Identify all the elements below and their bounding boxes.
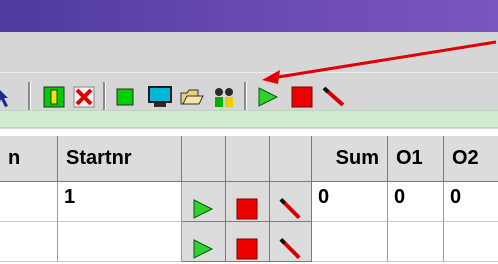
column-header	[270, 136, 312, 182]
pencil-icon[interactable]	[40, 84, 68, 110]
row-play-button[interactable]	[182, 182, 226, 222]
table-cell-o1[interactable]: 0	[388, 182, 444, 222]
row-stop-button[interactable]	[226, 182, 270, 222]
pointer-icon[interactable]	[0, 84, 12, 110]
column-header[interactable]: n	[0, 136, 58, 182]
annotation-arrow	[262, 40, 497, 84]
toolbar-separator	[244, 82, 247, 110]
table-cell-sum[interactable]	[312, 222, 388, 262]
toolbar-separator	[103, 82, 106, 110]
stop-icon	[236, 198, 258, 220]
open-folder-icon[interactable]	[178, 84, 206, 110]
table-cell[interactable]	[0, 182, 58, 222]
table-cell-startnr[interactable]: 1	[58, 182, 182, 222]
play-icon	[193, 199, 214, 219]
column-header-o1[interactable]: O1	[388, 136, 444, 182]
stop-icon	[236, 238, 258, 260]
window-title-bar	[0, 0, 498, 32]
table-cell[interactable]	[0, 222, 58, 262]
status-strip	[0, 110, 498, 128]
row-play-button[interactable]	[182, 222, 226, 262]
table-cell-startnr[interactable]	[58, 222, 182, 262]
monitor-icon[interactable]	[146, 84, 174, 110]
column-header-startnr[interactable]: Startnr	[58, 136, 182, 182]
stick-icon	[279, 237, 301, 260]
column-header-o2[interactable]: O2	[444, 136, 498, 182]
people-icon[interactable]	[210, 84, 238, 110]
table-cell-sum[interactable]: 0	[312, 182, 388, 222]
column-header	[226, 136, 270, 182]
column-header	[182, 136, 226, 182]
green-square-icon[interactable]	[112, 84, 140, 110]
table-cell-o2[interactable]	[444, 222, 498, 262]
toolbar-separator	[28, 82, 31, 110]
row-stop-button[interactable]	[226, 222, 270, 262]
delete-icon[interactable]	[70, 84, 98, 110]
row-stick-button[interactable]	[270, 222, 312, 262]
row-stick-button[interactable]	[270, 182, 312, 222]
stick-icon	[279, 197, 301, 220]
play-icon	[193, 239, 214, 259]
table-cell-o1[interactable]	[388, 222, 444, 262]
table-cell-o2[interactable]: 0	[444, 182, 498, 222]
column-header-sum[interactable]: Sum	[312, 136, 388, 182]
